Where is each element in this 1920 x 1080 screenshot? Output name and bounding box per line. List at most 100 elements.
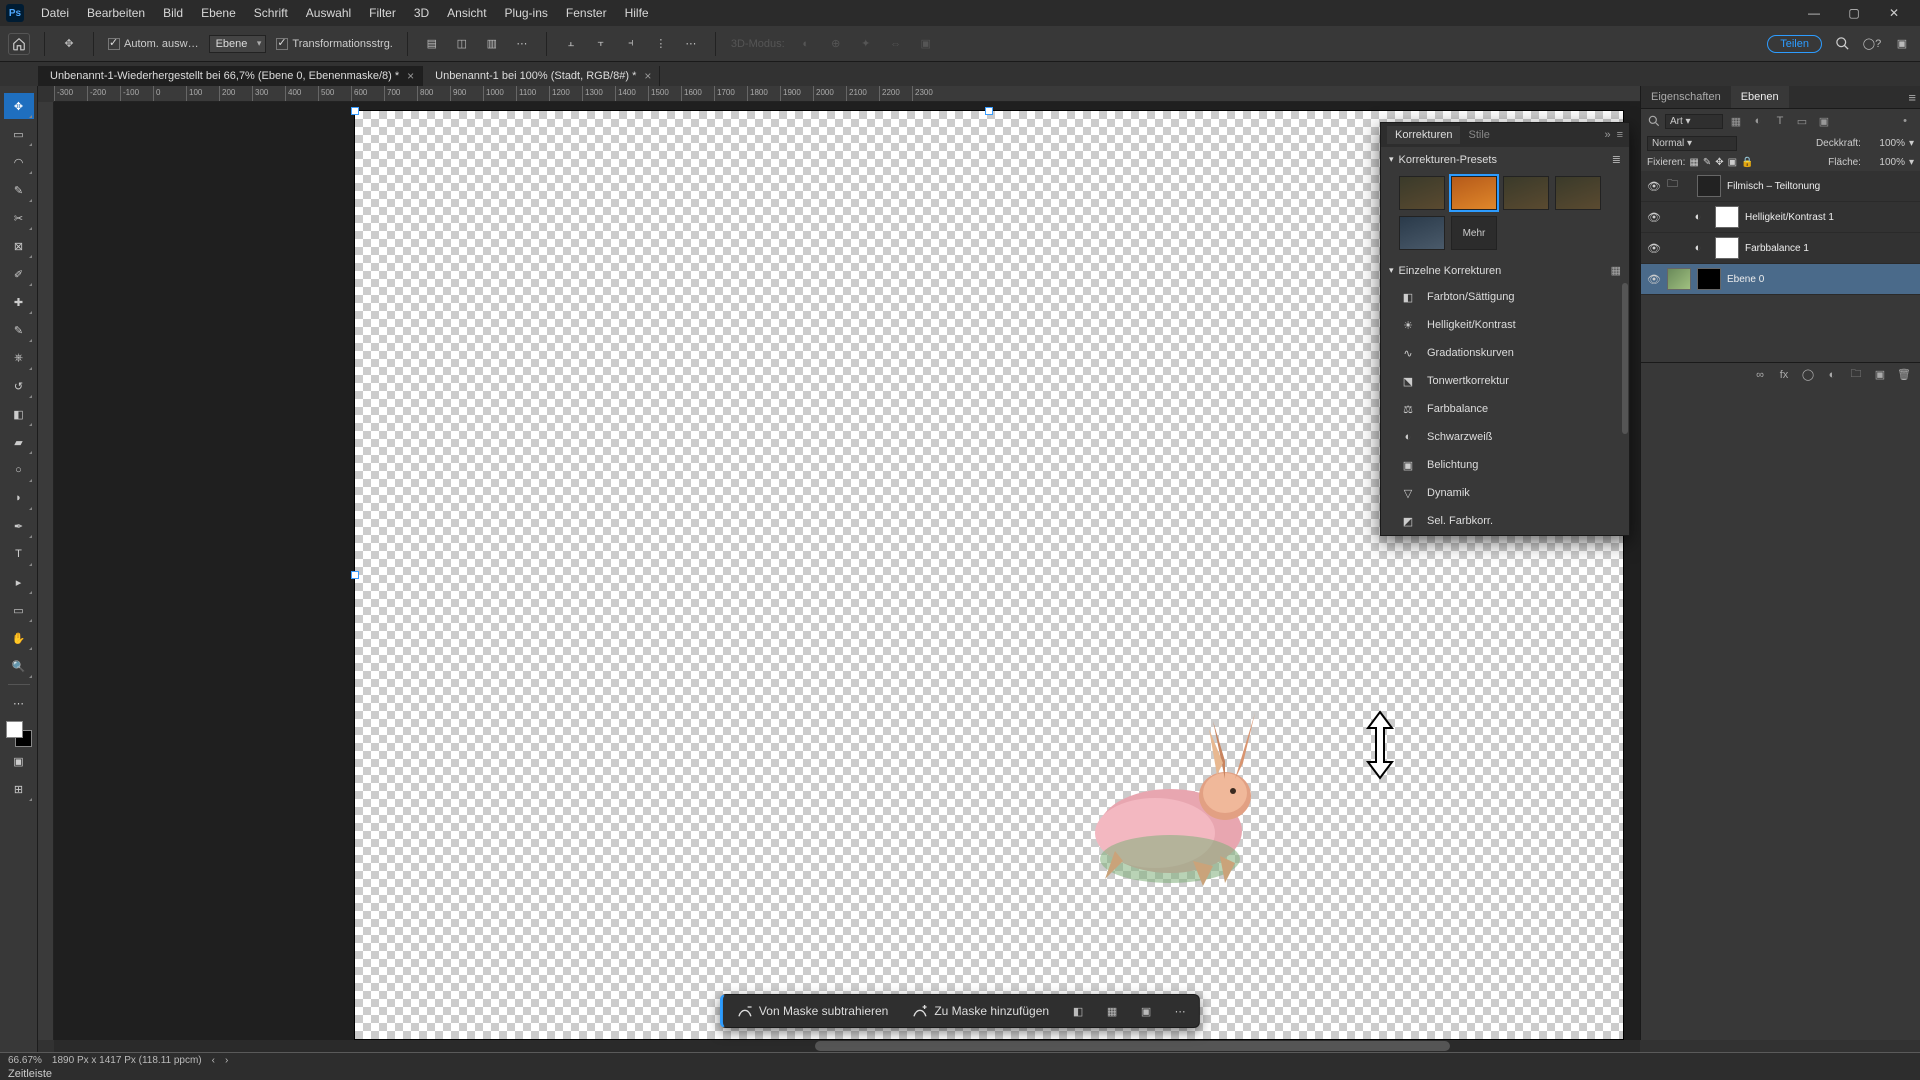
styles-tab[interactable]: Stile xyxy=(1460,126,1497,144)
filter-smart-icon[interactable]: ▣ xyxy=(1815,113,1833,129)
auto-select-target-dropdown[interactable]: Ebene xyxy=(209,35,267,53)
pen-tool[interactable]: ✒ xyxy=(4,513,34,539)
distribute-h-icon[interactable]: ⋯ xyxy=(512,35,532,53)
document-tab[interactable]: Unbenannt-1 bei 100% (Stadt, RGB/8#) *× xyxy=(423,66,660,86)
dodge-tool[interactable]: ◗ xyxy=(4,485,34,511)
lock-position-icon[interactable]: ✥ xyxy=(1715,157,1723,168)
layer-row[interactable]: 👁◐Helligkeit/Kontrast 1 xyxy=(1641,202,1920,233)
menu-hilfe[interactable]: Hilfe xyxy=(616,6,658,20)
preset-thumbnail[interactable] xyxy=(1399,176,1445,210)
adjustments-view-icon[interactable]: ▦ xyxy=(1611,264,1621,277)
window-minimize[interactable]: — xyxy=(1794,0,1834,26)
transform-handle-w[interactable] xyxy=(351,571,359,579)
layer-row[interactable]: 👁◐Farbbalance 1 xyxy=(1641,233,1920,264)
workspace-icon[interactable]: ▣ xyxy=(1892,35,1912,53)
layer-row[interactable]: 👁🗀Filmisch – Teiltonung xyxy=(1641,171,1920,202)
mask-settings-icon[interactable]: ▦ xyxy=(1101,1000,1123,1022)
path-select-tool[interactable]: ▸ xyxy=(4,569,34,595)
layer-name[interactable]: Ebene 0 xyxy=(1727,274,1764,285)
layer-row[interactable]: 👁 Ebene 0 xyxy=(1641,264,1920,295)
adjustment-item[interactable]: ◩Sel. Farbkorr. xyxy=(1381,507,1629,535)
visibility-toggle-icon[interactable]: 👁 xyxy=(1647,272,1661,286)
visibility-toggle-icon[interactable]: 👁 xyxy=(1647,241,1661,255)
layer-name[interactable]: Farbbalance 1 xyxy=(1745,243,1809,254)
mask-more-icon[interactable]: ⋯ xyxy=(1169,1000,1191,1022)
doc-info[interactable]: 1890 Px x 1417 Px (118.11 ppcm) xyxy=(52,1055,202,1066)
adjustment-item[interactable]: ▽Dynamik xyxy=(1381,479,1629,507)
window-maximize[interactable]: ▢ xyxy=(1834,0,1874,26)
preset-thumbnail[interactable] xyxy=(1503,176,1549,210)
panel-collapse-icon[interactable]: » xyxy=(1604,129,1610,141)
quick-mask-toggle[interactable]: ▣ xyxy=(4,748,34,774)
menu-fenster[interactable]: Fenster xyxy=(557,6,616,20)
preset-thumbnail[interactable] xyxy=(1555,176,1601,210)
preset-thumbnail[interactable] xyxy=(1451,176,1497,210)
adjustments-panel[interactable]: Korrekturen Stile » ≡ ▾Korrekturen-Prese… xyxy=(1380,122,1630,536)
menu-filter[interactable]: Filter xyxy=(360,6,405,20)
search-icon[interactable] xyxy=(1832,35,1852,53)
transform-handle-n[interactable] xyxy=(985,107,993,115)
filter-shape-icon[interactable]: ▭ xyxy=(1793,113,1811,129)
document-tab[interactable]: Unbenannt-1-Wiederhergestellt bei 66,7% … xyxy=(38,66,423,86)
subtract-from-mask-button[interactable]: Von Maske subtrahieren xyxy=(731,1000,894,1022)
type-tool[interactable]: T xyxy=(4,541,34,567)
layer-group-icon[interactable]: 🗀 xyxy=(1848,365,1864,384)
transform-controls-checkbox[interactable]: Transformationsstrg. xyxy=(276,38,392,50)
close-icon[interactable]: × xyxy=(407,69,414,83)
menu-datei[interactable]: Datei xyxy=(32,6,78,20)
move-tool[interactable]: ✥ xyxy=(4,93,34,119)
adjustment-item[interactable]: ◐Schwarzweiß xyxy=(1381,423,1629,451)
visibility-toggle-icon[interactable]: 👁 xyxy=(1647,210,1661,224)
adjustments-scrollbar[interactable] xyxy=(1622,283,1628,535)
panel-menu-icon[interactable]: ≡ xyxy=(1908,90,1916,105)
lock-paint-icon[interactable]: ✎ xyxy=(1703,157,1711,168)
gradient-tool[interactable]: ▰ xyxy=(4,429,34,455)
lasso-tool[interactable]: ◠ xyxy=(4,149,34,175)
align-center-v-icon[interactable]: ⫟ xyxy=(591,35,611,53)
single-adjustments-header[interactable]: ▾Einzelne Korrekturen ▦ xyxy=(1381,258,1629,283)
adjustment-item[interactable]: ⚖Farbbalance xyxy=(1381,395,1629,423)
heal-tool[interactable]: ✚ xyxy=(4,289,34,315)
horizontal-ruler[interactable]: -300-200-1000100200300400500600700800900… xyxy=(54,86,1640,102)
add-to-mask-button[interactable]: Zu Maske hinzufügen xyxy=(906,1000,1055,1022)
transform-handle-nw[interactable] xyxy=(351,107,359,115)
menu-3d[interactable]: 3D xyxy=(405,6,438,20)
layer-name[interactable]: Filmisch – Teiltonung xyxy=(1727,181,1820,192)
preset-thumbnail[interactable] xyxy=(1399,216,1445,250)
auto-select-checkbox[interactable]: Autom. ausw… xyxy=(108,38,199,50)
presets-view-icon[interactable]: ≣ xyxy=(1612,153,1621,166)
menu-bild[interactable]: Bild xyxy=(154,6,192,20)
window-close[interactable]: ✕ xyxy=(1874,0,1914,26)
quick-select-tool[interactable]: ✎ xyxy=(4,177,34,203)
mask-invert-icon[interactable]: ◧ xyxy=(1067,1000,1089,1022)
layer-fx-icon[interactable]: fx xyxy=(1776,369,1792,381)
layer-name[interactable]: Helligkeit/Kontrast 1 xyxy=(1745,212,1834,223)
vertical-ruler[interactable] xyxy=(38,102,54,1040)
lock-artboard-icon[interactable]: ▣ xyxy=(1728,157,1737,168)
adjustment-item[interactable]: ∿Gradationskurven xyxy=(1381,339,1629,367)
more-options-icon[interactable]: ⋯ xyxy=(681,35,701,53)
preset-more-button[interactable]: Mehr xyxy=(1451,216,1497,250)
properties-tab[interactable]: Eigenschaften xyxy=(1641,86,1731,108)
panel-dock-icon[interactable]: ≡ xyxy=(1617,129,1623,141)
share-button[interactable]: Teilen xyxy=(1767,35,1822,53)
filter-pixel-icon[interactable]: ▦ xyxy=(1727,113,1745,129)
blend-mode-dropdown[interactable]: Normal ▾ xyxy=(1647,136,1737,151)
filter-type-icon[interactable]: T xyxy=(1771,113,1789,129)
layer-link-icon[interactable]: ∞ xyxy=(1752,369,1768,381)
shape-tool[interactable]: ▭ xyxy=(4,597,34,623)
status-next-icon[interactable]: › xyxy=(225,1055,228,1066)
adjustment-item[interactable]: ☀Helligkeit/Kontrast xyxy=(1381,311,1629,339)
layer-filter-kind-dropdown[interactable]: Art ▾ xyxy=(1665,114,1723,129)
filter-adjust-icon[interactable]: ◐ xyxy=(1749,113,1767,129)
crop-tool[interactable]: ✂ xyxy=(4,205,34,231)
menu-schrift[interactable]: Schrift xyxy=(245,6,297,20)
align-bottom-icon[interactable]: ⫞ xyxy=(621,35,641,53)
hand-tool[interactable]: ✋ xyxy=(4,625,34,651)
status-prev-icon[interactable]: ‹ xyxy=(212,1055,215,1066)
adjustment-item[interactable]: ◧Farbton/Sättigung xyxy=(1381,283,1629,311)
history-brush-tool[interactable]: ↺ xyxy=(4,373,34,399)
brush-tool[interactable]: ✎ xyxy=(4,317,34,343)
help-icon[interactable]: ◯? xyxy=(1862,35,1882,53)
blur-tool[interactable]: ○ xyxy=(4,457,34,483)
